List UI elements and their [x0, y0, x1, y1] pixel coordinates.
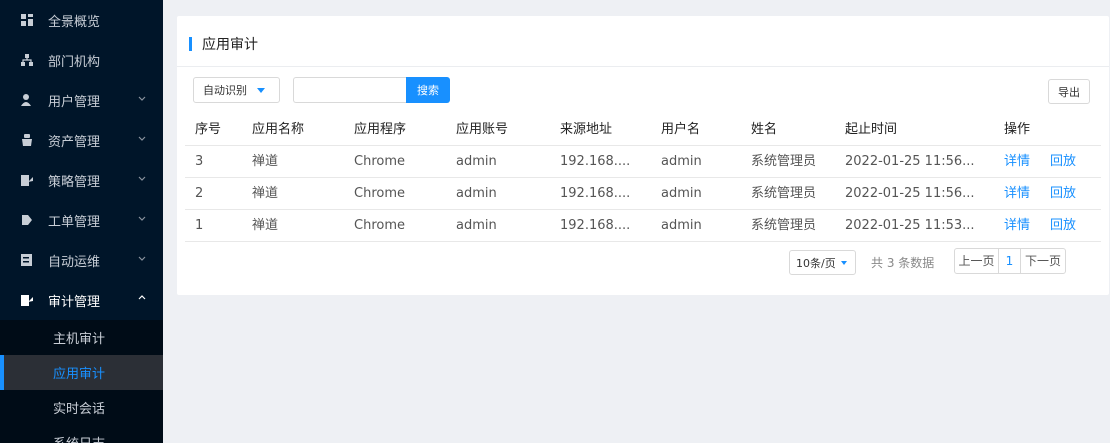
table-row: 1 禅道 Chrome admin 192.168.... admin 系统管理…	[185, 210, 1101, 242]
divider	[177, 66, 1109, 67]
automation-icon	[20, 253, 34, 267]
cell-app-name: 禅道	[252, 218, 279, 233]
header-no: 序号	[195, 122, 222, 137]
sidebar-item-departments[interactable]: 部门机构	[0, 40, 163, 80]
audit-submenu: 主机审计 应用审计 实时会话 系统日志	[0, 320, 163, 443]
cell-name: 系统管理员	[751, 154, 817, 169]
dashboard-icon	[20, 13, 34, 27]
sidebar-item-label: 策略管理	[48, 174, 101, 190]
cell-account: admin	[456, 186, 497, 201]
detail-link[interactable]: 详情	[1004, 146, 1030, 178]
sidebar-item-assets[interactable]: 资产管理	[0, 120, 163, 160]
cell-time: 2022-01-25 11:53...	[845, 218, 975, 233]
audit-icon	[20, 293, 34, 307]
replay-link[interactable]: 回放	[1050, 210, 1076, 242]
search-button[interactable]: 搜索	[406, 77, 450, 103]
sidebar-subitem-host-audit[interactable]: 主机审计	[0, 320, 163, 355]
chevron-down-icon	[138, 216, 146, 221]
cell-program: Chrome	[354, 186, 405, 201]
cell-time: 2022-01-25 11:56...	[845, 186, 975, 201]
sidebar-item-tickets[interactable]: 工单管理	[0, 200, 163, 240]
sidebar-item-label: 全景概览	[48, 14, 101, 30]
chevron-down-icon	[138, 136, 146, 141]
sidebar-item-automation[interactable]: 自动运维	[0, 240, 163, 280]
table-row: 2 禅道 Chrome admin 192.168.... admin 系统管理…	[185, 178, 1101, 210]
policy-icon	[20, 173, 34, 187]
title-accent-bar	[189, 37, 192, 51]
caret-down-icon	[841, 261, 847, 265]
cell-program: Chrome	[354, 218, 405, 233]
main-panel: 应用审计 自动识别 搜索 导出 序号 应用名称 应用程序 应用账号 来源地址 用…	[177, 16, 1109, 295]
table-row: 3 禅道 Chrome admin 192.168.... admin 系统管理…	[185, 146, 1101, 178]
cell-no: 2	[195, 186, 204, 201]
caret-down-icon	[257, 88, 265, 93]
cell-username: admin	[661, 154, 702, 169]
cell-source: 192.168....	[560, 218, 631, 233]
replay-link[interactable]: 回放	[1050, 178, 1076, 210]
total-count: 共 3 条数据	[871, 256, 935, 270]
header-app-name: 应用名称	[252, 122, 305, 137]
replay-link[interactable]: 回放	[1050, 146, 1076, 178]
header-name: 姓名	[751, 122, 778, 137]
sidebar-item-policies[interactable]: 策略管理	[0, 160, 163, 200]
cell-app-name: 禅道	[252, 154, 279, 169]
cell-account: admin	[456, 154, 497, 169]
header-account: 应用账号	[456, 122, 509, 137]
detail-link[interactable]: 详情	[1004, 178, 1030, 210]
chevron-down-icon	[138, 96, 146, 101]
cell-username: admin	[661, 186, 702, 201]
sidebar-subitem-app-audit[interactable]: 应用审计	[0, 355, 163, 390]
cell-source: 192.168....	[560, 154, 631, 169]
cell-program: Chrome	[354, 154, 405, 169]
sidebar-item-audit[interactable]: 审计管理	[0, 280, 163, 320]
header-actions: 操作	[1004, 122, 1031, 137]
filter-select[interactable]: 自动识别	[193, 77, 280, 103]
detail-link[interactable]: 详情	[1004, 210, 1030, 242]
cell-account: admin	[456, 218, 497, 233]
prev-page-button[interactable]: 上一页	[955, 249, 999, 273]
page-title: 应用审计	[189, 35, 258, 53]
sidebar-subitem-system-logs[interactable]: 系统日志	[0, 425, 163, 443]
sidebar-item-label: 资产管理	[48, 134, 101, 150]
sidebar-item-users[interactable]: 用户管理	[0, 80, 163, 120]
chevron-down-icon	[138, 176, 146, 181]
header-username: 用户名	[661, 122, 701, 137]
sidebar: 全景概览 部门机构 用户管理 资产管理 策略管理 工单管理 自动运维 审计管理 …	[0, 0, 163, 443]
next-page-button[interactable]: 下一页	[1021, 249, 1065, 273]
header-time: 起止时间	[845, 122, 898, 137]
cell-app-name: 禅道	[252, 186, 279, 201]
chevron-down-icon	[138, 256, 146, 261]
header-source: 来源地址	[560, 122, 613, 137]
cell-username: admin	[661, 218, 702, 233]
cell-no: 3	[195, 154, 204, 169]
cell-name: 系统管理员	[751, 186, 817, 201]
chevron-up-icon	[138, 295, 146, 300]
sidebar-subitem-live-sessions[interactable]: 实时会话	[0, 390, 163, 425]
header-program: 应用程序	[354, 122, 407, 137]
table-header: 序号 应用名称 应用程序 应用账号 来源地址 用户名 姓名 起止时间 操作	[185, 114, 1101, 146]
cell-time: 2022-01-25 11:56...	[845, 154, 975, 169]
cell-source: 192.168....	[560, 186, 631, 201]
sidebar-item-label: 自动运维	[48, 254, 101, 270]
cell-name: 系统管理员	[751, 218, 817, 233]
search-input[interactable]	[293, 77, 406, 103]
cell-no: 1	[195, 218, 204, 233]
user-icon	[20, 93, 34, 107]
sidebar-item-overview[interactable]: 全景概览	[0, 0, 163, 40]
page-title-text: 应用审计	[202, 37, 258, 53]
org-tree-icon	[20, 53, 34, 67]
asset-icon	[20, 133, 34, 147]
page-size-select[interactable]: 10条/页	[789, 250, 856, 275]
audit-table: 序号 应用名称 应用程序 应用账号 来源地址 用户名 姓名 起止时间 操作 3 …	[185, 114, 1101, 242]
sidebar-item-label: 审计管理	[48, 294, 101, 310]
filter-select-value: 自动识别	[203, 84, 247, 97]
pager: 上一页 1 下一页	[954, 248, 1066, 274]
sidebar-item-label: 用户管理	[48, 94, 101, 110]
current-page-button[interactable]: 1	[999, 249, 1021, 273]
export-button[interactable]: 导出	[1048, 79, 1090, 104]
sidebar-item-label: 部门机构	[48, 54, 101, 70]
page-size-value: 10条/页	[796, 256, 836, 270]
ticket-icon	[20, 213, 34, 227]
sidebar-item-label: 工单管理	[48, 214, 101, 230]
